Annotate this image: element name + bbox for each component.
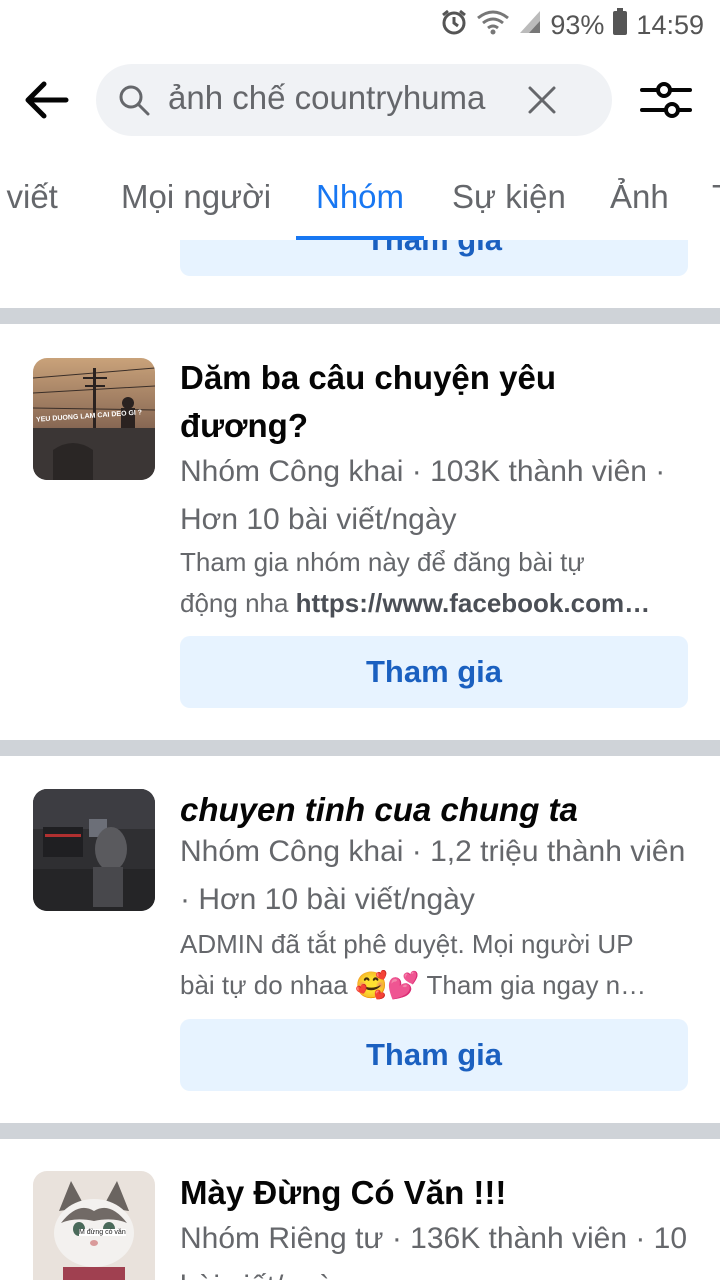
description-link[interactable]: https://www.facebook.com… [296, 588, 650, 618]
group-meta: Nhóm Riêng tư · 136K thành viên · 10 bài… [180, 1222, 688, 1280]
results-list: Tham gia YEU DUONG LAM CAI DEO GI ? Dăm … [0, 240, 720, 1280]
signal-icon [518, 9, 542, 42]
tab-posts[interactable]: i viết [0, 178, 58, 216]
alarm-icon [440, 8, 468, 43]
group-name[interactable]: Dăm ba câu chuyện yêu đương? [180, 354, 680, 450]
group-description: Tham gia nhóm này để đăng bài tự động nh… [180, 542, 690, 624]
divider [0, 1123, 720, 1139]
group-avatar[interactable] [33, 789, 155, 911]
battery-icon [612, 7, 628, 43]
close-icon [528, 86, 556, 114]
back-button[interactable] [22, 76, 72, 124]
tab-people[interactable]: Mọi người [121, 178, 271, 216]
group-card[interactable]: YEU DUONG LAM CAI DEO GI ? Dăm ba câu ch… [0, 324, 720, 740]
clock-time: 14:59 [636, 9, 704, 40]
group-avatar[interactable]: M đừng có văn [33, 1171, 155, 1280]
group-photo-cat [33, 1171, 155, 1280]
filter-button[interactable] [640, 78, 692, 122]
tab-more[interactable]: T [712, 178, 720, 216]
group-avatar[interactable]: YEU DUONG LAM CAI DEO GI ? [33, 358, 155, 480]
filter-sliders-icon [640, 82, 692, 118]
description-line: Tham gia nhóm này để đăng bài tự [180, 547, 585, 577]
description-line: ADMIN đã tắt phê duyệt. Mọi người UP [180, 929, 634, 959]
group-meta: Nhóm Công khai · 103K thành viên · Hơn 1… [180, 455, 666, 536]
description-line: động nha https://www.facebook.com… [180, 583, 690, 624]
tab-groups[interactable]: Nhóm [316, 178, 404, 216]
status-bar: 93% 14:59 [0, 0, 720, 50]
group-card[interactable]: M đừng có văn Mày Đừng Có Văn !!! Nhóm R… [0, 1139, 720, 1280]
join-button[interactable]: Tham gia [180, 240, 688, 276]
divider [0, 740, 720, 756]
description-line: bài tự do nhaa 🥰💕 Tham gia ngay n… [180, 970, 647, 1000]
group-name[interactable]: Mày Đừng Có Văn !!! [180, 1169, 680, 1217]
clear-search-button[interactable] [526, 84, 558, 116]
tab-photos[interactable]: Ảnh [610, 178, 669, 216]
thumb-caption: M đừng có văn [79, 1229, 126, 1236]
join-button[interactable]: Tham gia [180, 636, 688, 708]
search-filter-tabs: i viết Mọi người Nhóm Sự kiện Ảnh T [0, 160, 720, 240]
group-card[interactable]: chuyen tinh cua chung ta Nhóm Công khai … [0, 756, 720, 1122]
search-icon [118, 84, 150, 121]
description-text: động nha [180, 588, 296, 618]
group-description: ADMIN đã tắt phê duyệt. Mọi người UP bài… [180, 924, 690, 1006]
group-meta: Nhóm Công khai · 1,2 triệu thành viên · … [180, 835, 686, 916]
back-arrow-icon [25, 81, 69, 119]
group-photo-dark-room [33, 789, 155, 911]
search-bar[interactable]: ảnh chế countryhuma [96, 64, 612, 136]
search-input[interactable]: ảnh chế countryhuma [168, 79, 508, 117]
divider [0, 308, 720, 324]
search-header: ảnh chế countryhuma [0, 58, 720, 142]
battery-percent: 93% [550, 9, 605, 40]
group-name[interactable]: chuyen tinh cua chung ta [180, 786, 680, 834]
wifi-icon [476, 9, 510, 42]
join-button[interactable]: Tham gia [180, 1019, 688, 1091]
tab-events[interactable]: Sự kiện [452, 178, 566, 216]
